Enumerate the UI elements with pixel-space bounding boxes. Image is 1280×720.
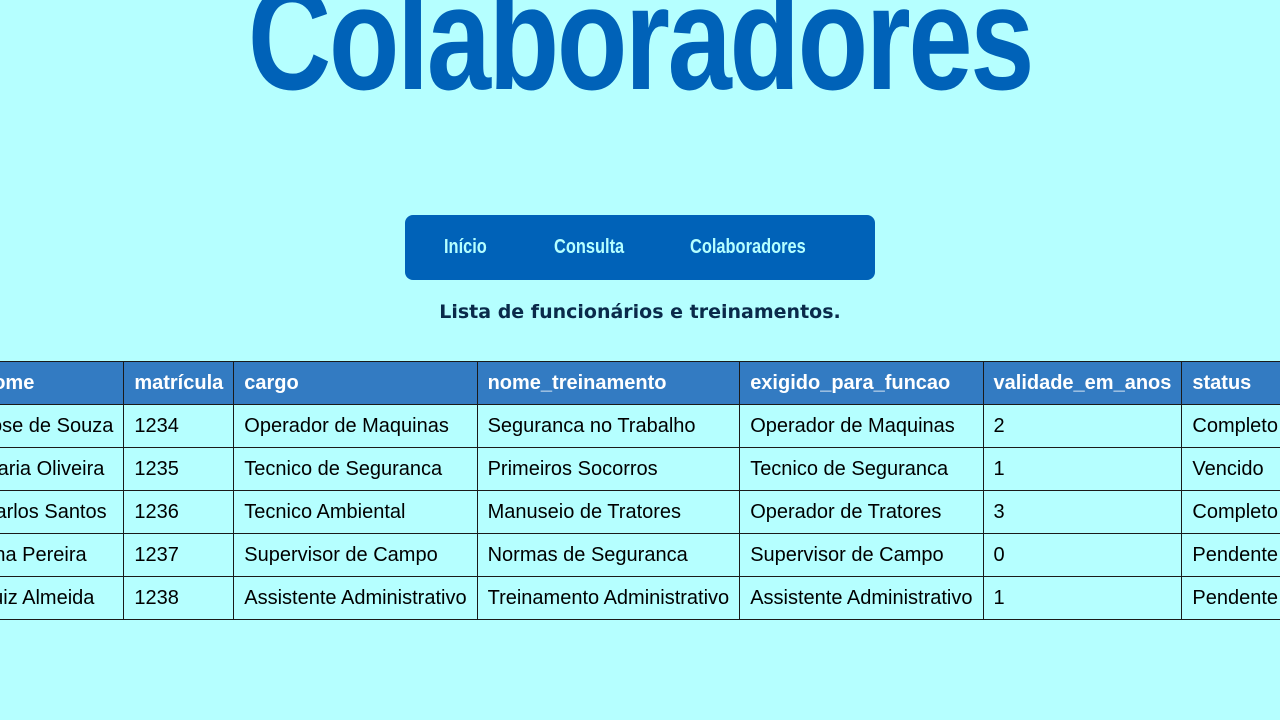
cell-matricula: 1235 xyxy=(123,447,235,491)
cell-cargo: Supervisor de Campo xyxy=(233,533,478,577)
cell-nome: Carlos Santos xyxy=(0,490,125,534)
table-header-row: nome matrícula cargo nome_treinamento ex… xyxy=(0,361,1280,405)
cell-matricula: 1236 xyxy=(123,490,235,534)
cell-cargo: Assistente Administrativo xyxy=(233,576,478,620)
cell-status: Pendente xyxy=(1181,533,1280,577)
cell-validade-em-anos: 1 xyxy=(982,576,1183,620)
column-header-status: status xyxy=(1181,361,1280,405)
cell-exigido-para-funcao: Tecnico de Seguranca xyxy=(739,447,984,491)
cell-nome-treinamento: Normas de Seguranca xyxy=(476,533,741,577)
cell-validade-em-anos: 3 xyxy=(982,490,1183,534)
table-row: Luiz Almeida 1238 Assistente Administrat… xyxy=(0,576,1280,620)
column-header-nome-treinamento: nome_treinamento xyxy=(476,361,741,405)
employees-table: nome matrícula cargo nome_treinamento ex… xyxy=(0,361,1280,620)
nav-link-colaboradores[interactable]: Colaboradores xyxy=(690,215,806,280)
table-row: Maria Oliveira 1235 Tecnico de Seguranca… xyxy=(0,447,1280,491)
table-row: Jose de Souza 1234 Operador de Maquinas … xyxy=(0,404,1280,448)
column-header-cargo: cargo xyxy=(233,361,478,405)
employees-table-container: nome matrícula cargo nome_treinamento ex… xyxy=(0,361,1280,620)
cell-validade-em-anos: 1 xyxy=(982,447,1183,491)
cell-cargo: Tecnico de Seguranca xyxy=(233,447,478,491)
cell-status: Pendente xyxy=(1181,576,1280,620)
cell-status: Completo xyxy=(1181,490,1280,534)
cell-nome: Maria Oliveira xyxy=(0,447,125,491)
cell-nome-treinamento: Treinamento Administrativo xyxy=(476,576,741,620)
cell-cargo: Operador de Maquinas xyxy=(233,404,478,448)
cell-exigido-para-funcao: Operador de Tratores xyxy=(739,490,984,534)
column-header-validade-em-anos: validade_em_anos xyxy=(982,361,1183,405)
cell-matricula: 1238 xyxy=(123,576,235,620)
cell-nome-treinamento: Seguranca no Trabalho xyxy=(476,404,741,448)
cell-validade-em-anos: 2 xyxy=(982,404,1183,448)
cell-exigido-para-funcao: Operador de Maquinas xyxy=(739,404,984,448)
column-header-exigido-para-funcao: exigido_para_funcao xyxy=(739,361,984,405)
column-header-nome: nome xyxy=(0,361,125,405)
nav-link-inicio[interactable]: Início xyxy=(444,215,487,280)
table-row: Carlos Santos 1236 Tecnico Ambiental Man… xyxy=(0,490,1280,534)
cell-validade-em-anos: 0 xyxy=(982,533,1183,577)
cell-nome-treinamento: Manuseio de Tratores xyxy=(476,490,741,534)
cell-nome-treinamento: Primeiros Socorros xyxy=(476,447,741,491)
cell-status: Completo xyxy=(1181,404,1280,448)
cell-exigido-para-funcao: Supervisor de Campo xyxy=(739,533,984,577)
cell-exigido-para-funcao: Assistente Administrativo xyxy=(739,576,984,620)
cell-status: Vencido xyxy=(1181,447,1280,491)
cell-nome: Luiz Almeida xyxy=(0,576,125,620)
table-row: Ana Pereira 1237 Supervisor de Campo Nor… xyxy=(0,533,1280,577)
cell-matricula: 1237 xyxy=(123,533,235,577)
page-title: Colaboradores xyxy=(247,0,1035,121)
column-header-matricula: matrícula xyxy=(123,361,235,405)
cell-matricula: 1234 xyxy=(123,404,235,448)
page-subtitle: Lista de funcionários e treinamentos. xyxy=(439,301,841,323)
cell-nome: Ana Pereira xyxy=(0,533,125,577)
main-nav: Início Consulta Colaboradores xyxy=(405,215,875,280)
nav-link-consulta[interactable]: Consulta xyxy=(554,215,624,280)
cell-cargo: Tecnico Ambiental xyxy=(233,490,478,534)
cell-nome: Jose de Souza xyxy=(0,404,125,448)
